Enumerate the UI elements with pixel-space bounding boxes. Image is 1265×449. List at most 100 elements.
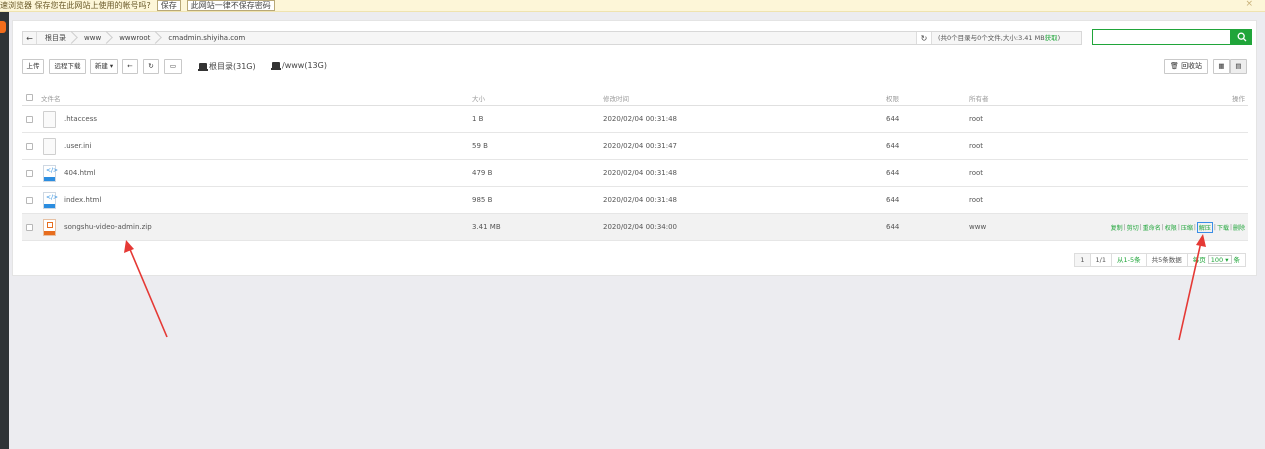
row-checkbox[interactable] [26, 187, 33, 213]
recycle-bin-label: 回收站 [1181, 62, 1203, 70]
checkbox-box [26, 169, 33, 177]
sidebar-indicator [0, 21, 6, 33]
breadcrumb-www[interactable]: www [76, 32, 111, 44]
per-page: 每页 100 ▾ 条 [1187, 254, 1245, 266]
per-page-select[interactable]: 100 ▾ [1207, 255, 1232, 264]
col-owner: 所有者 [969, 94, 989, 103]
table-row[interactable]: </> 404.html 479 B 2020/02/04 00:31:48 6… [22, 160, 1248, 187]
recycle-bin-button[interactable]: 🗑 回收站 [1164, 59, 1208, 74]
path-refresh-button[interactable]: ↻ [916, 32, 932, 44]
file-perm: 644 [886, 142, 900, 150]
path-bar: ← 根目录 www wwwroot cmadmin.shiyiha.com ↻ … [22, 31, 1082, 45]
file-mtime: 2020/02/04 00:34:00 [603, 223, 678, 231]
back-button[interactable]: ← [122, 59, 138, 74]
file-mtime: 2020/02/04 00:31:48 [603, 196, 678, 204]
file-name-cell[interactable]: songshu-video-admin.zip [43, 214, 152, 240]
remote-download-button[interactable]: 远程下载 [49, 59, 86, 74]
download-action[interactable]: 下载 [1217, 223, 1229, 232]
file-name: songshu-video-admin.zip [64, 223, 152, 231]
file-name: .htaccess [64, 115, 97, 123]
file-size: 1 B [472, 115, 484, 123]
breadcrumb: 根目录 www wwwroot cmadmin.shiyiha.com [37, 32, 255, 44]
save-password-prompt: 速浏览器 保存您在此网站上使用的帐号吗? [0, 1, 151, 10]
pagination: 1 1/1 从1-5条 共5条数据 每页 100 ▾ 条 [1074, 253, 1246, 267]
col-perm: 权限 [886, 94, 899, 103]
file-owner: www [969, 223, 987, 231]
terminal-button[interactable]: ▭ [164, 59, 182, 74]
zip-file-icon [43, 218, 56, 236]
new-button[interactable]: 新建 ▾ [90, 59, 118, 74]
disk-root-label: 根目录(31G) [209, 62, 256, 71]
disk-www-label: /www(13G) [282, 61, 327, 70]
html-file-icon: </> [43, 191, 58, 209]
table-row[interactable]: .user.ini 59 B 2020/02/04 00:31:47 644 r… [22, 133, 1248, 160]
file-name-cell[interactable]: .user.ini [43, 133, 91, 159]
breadcrumb-root[interactable]: 根目录 [37, 32, 76, 44]
path-back-button[interactable]: ← [23, 32, 37, 44]
file-name-cell[interactable]: </> 404.html [43, 160, 96, 186]
refresh-button[interactable]: ↻ [143, 59, 159, 74]
breadcrumb-wwwroot[interactable]: wwwroot [111, 32, 160, 44]
file-perm: 644 [886, 115, 900, 123]
file-mtime: 2020/02/04 00:31:47 [603, 142, 678, 150]
table-row[interactable]: </> index.html 985 B 2020/02/04 00:31:48… [22, 187, 1248, 214]
checkbox-box [26, 142, 33, 150]
file-name-cell[interactable]: .htaccess [43, 106, 97, 132]
search-input[interactable] [1092, 29, 1231, 45]
dir-summary: (共0个目录与0个文件,大小:3.41 MB获取) [938, 32, 1060, 44]
table-row[interactable]: .htaccess 1 B 2020/02/04 00:31:48 644 ro… [22, 106, 1248, 133]
dir-summary-end: ) [1057, 34, 1061, 42]
toolbar: 上传 远程下载 新建 ▾ ← ↻ ▭ 根目录(31G) /www(13G) 🗑 … [22, 59, 1252, 75]
disk-www[interactable]: /www(13G) [271, 61, 327, 70]
never-save-button[interactable]: 此网站一律不保存密码 [186, 0, 275, 11]
file-name-cell[interactable]: </> index.html [43, 187, 101, 213]
file-mtime: 2020/02/04 00:31:48 [603, 115, 678, 123]
table-row[interactable]: songshu-video-admin.zip 3.41 MB 2020/02/… [22, 214, 1248, 241]
save-password-button[interactable]: 保存 [156, 0, 181, 11]
copy-action[interactable]: 复制 [1111, 223, 1123, 232]
checkbox-box [26, 94, 33, 101]
upload-button[interactable]: 上传 [22, 59, 44, 74]
col-mtime[interactable]: 修改时间 [603, 90, 629, 105]
cut-action[interactable]: 剪切 [1127, 223, 1139, 232]
page-total: 共5条数据 [1146, 254, 1188, 266]
compress-action[interactable]: 压缩 [1181, 223, 1193, 232]
view-grid-button[interactable]: ▦ [1213, 59, 1230, 74]
checkbox-box [26, 223, 33, 231]
row-checkbox[interactable] [26, 133, 33, 159]
extract-action[interactable]: 解压 [1196, 221, 1213, 233]
row-checkbox[interactable] [26, 160, 33, 186]
file-name: index.html [64, 196, 102, 204]
disk-icon [198, 63, 208, 71]
col-size[interactable]: 大小 [472, 90, 485, 105]
col-name[interactable]: 文件名 [41, 90, 61, 105]
file-owner: root [969, 115, 984, 123]
select-all-checkbox[interactable] [26, 90, 33, 105]
col-ops: 操作 [1232, 94, 1245, 103]
disk-root[interactable]: 根目录(31G) [198, 61, 256, 72]
file-size: 985 B [472, 196, 493, 204]
file-owner: root [969, 142, 984, 150]
file-name: 404.html [64, 169, 96, 177]
view-list-button[interactable]: ▤ [1230, 59, 1247, 74]
per-page-suffix: 条 [1233, 256, 1241, 264]
file-table: 文件名 大小 修改时间 权限 所有者 操作 .htaccess 1 B 2020… [22, 90, 1248, 241]
file-size: 479 B [472, 169, 493, 177]
page-current[interactable]: 1 [1075, 254, 1091, 266]
dir-size-link[interactable]: 获取 [1045, 34, 1058, 42]
rename-action[interactable]: 重命名 [1143, 223, 1161, 232]
close-icon[interactable]: × [1245, 0, 1253, 9]
search-button[interactable] [1231, 29, 1252, 45]
permission-action[interactable]: 权限 [1165, 223, 1177, 232]
row-checkbox[interactable] [26, 106, 33, 132]
delete-action[interactable]: 删除 [1233, 223, 1245, 232]
checkbox-box [26, 115, 33, 123]
file-search [1092, 29, 1252, 45]
search-icon [1237, 32, 1246, 42]
trash-icon: 🗑 [1169, 62, 1179, 70]
dir-summary-text: (共0个目录与0个文件,大小:3.41 MB [938, 34, 1045, 42]
breadcrumb-site[interactable]: cmadmin.shiyiha.com [160, 32, 255, 44]
row-checkbox[interactable] [26, 214, 33, 240]
table-header: 文件名 大小 修改时间 权限 所有者 操作 [22, 90, 1248, 106]
file-icon [43, 137, 56, 155]
